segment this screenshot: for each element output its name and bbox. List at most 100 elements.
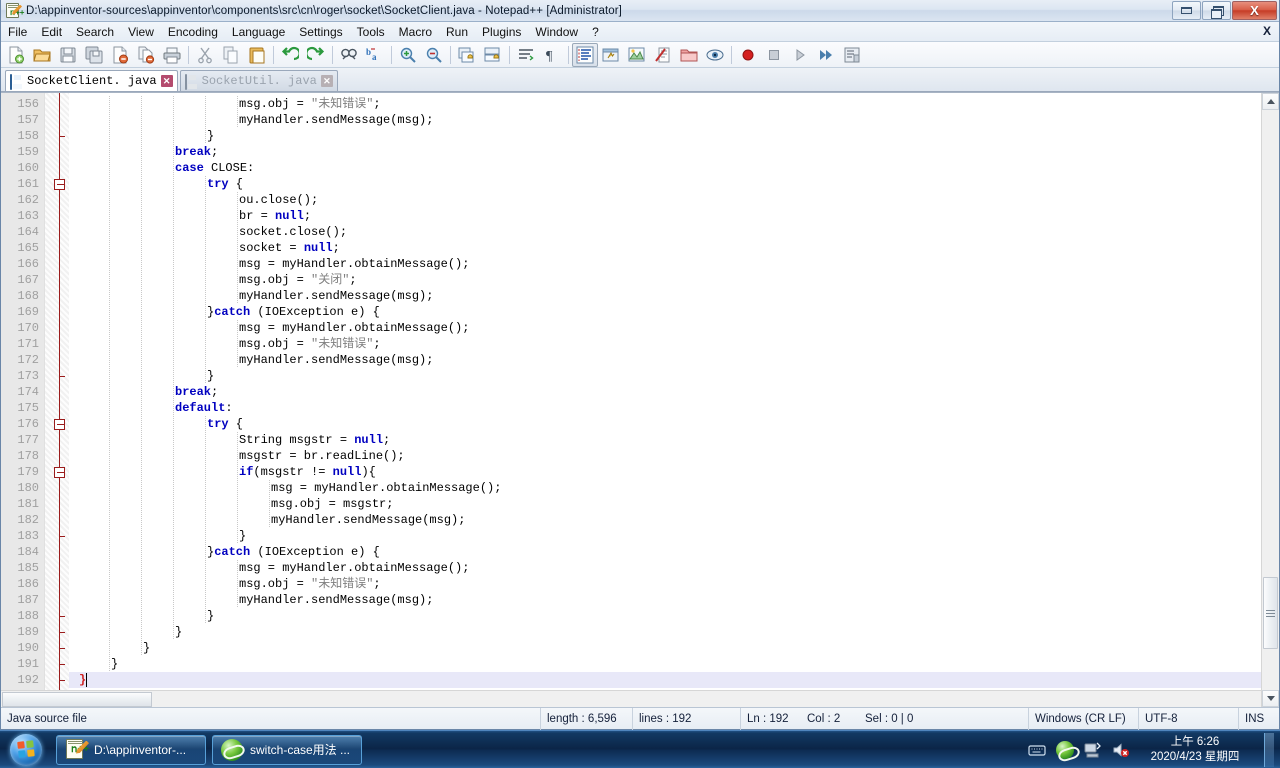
fold-row[interactable] [45, 192, 69, 208]
code-line[interactable]: myHandler.sendMessage(msg); [69, 112, 1261, 128]
fold-collapse-icon[interactable] [54, 467, 65, 478]
sync-horizontal-scroll-icon[interactable] [480, 43, 506, 67]
fold-row[interactable] [45, 288, 69, 304]
keyboard-language-icon[interactable] [1028, 741, 1046, 759]
code-line[interactable]: try { [69, 416, 1261, 432]
tab-close-icon[interactable]: ✕ [160, 75, 173, 87]
code-line[interactable]: default: [69, 400, 1261, 416]
close-file-icon[interactable] [107, 43, 133, 67]
horizontal-scrollbar[interactable] [1, 690, 1261, 707]
show-folder-as-workspace-icon[interactable] [676, 43, 702, 67]
menu-window[interactable]: Window [528, 23, 585, 41]
menu-settings[interactable]: Settings [292, 23, 349, 41]
scroll-up-icon[interactable] [1262, 93, 1279, 110]
fold-row[interactable] [45, 560, 69, 576]
fold-row[interactable] [45, 176, 69, 192]
code-line[interactable]: msg.obj = "未知错误"; [69, 576, 1261, 592]
fold-row[interactable] [45, 624, 69, 640]
code-line[interactable]: myHandler.sendMessage(msg); [69, 512, 1261, 528]
user-defined-dialog-icon[interactable] [598, 43, 624, 67]
fold-row[interactable] [45, 256, 69, 272]
code-line[interactable]: socket = null; [69, 240, 1261, 256]
fold-row[interactable] [45, 352, 69, 368]
menu-edit[interactable]: Edit [34, 23, 69, 41]
fold-row[interactable] [45, 240, 69, 256]
code-line[interactable]: try { [69, 176, 1261, 192]
menu-language[interactable]: Language [225, 23, 292, 41]
fold-row[interactable] [45, 304, 69, 320]
print-icon[interactable] [159, 43, 185, 67]
menu-macro[interactable]: Macro [392, 23, 439, 41]
cut-icon[interactable] [192, 43, 218, 67]
fold-row[interactable] [45, 160, 69, 176]
code-text-area[interactable]: msg.obj = "未知错误"; myHandler.sendMessage(m… [69, 93, 1261, 690]
code-line[interactable]: msg.obj = "未知错误"; [69, 96, 1261, 112]
fold-row[interactable] [45, 464, 69, 480]
find-icon[interactable] [336, 43, 362, 67]
fold-row[interactable] [45, 672, 69, 688]
fold-row[interactable] [45, 112, 69, 128]
fold-row[interactable] [45, 576, 69, 592]
scroll-down-icon[interactable] [1262, 690, 1279, 707]
code-line[interactable]: break; [69, 144, 1261, 160]
fold-row[interactable] [45, 496, 69, 512]
fold-row[interactable] [45, 208, 69, 224]
code-line[interactable]: } [69, 672, 1261, 688]
horizontal-scrollbar-thumb[interactable] [2, 692, 152, 707]
fold-margin[interactable] [45, 93, 69, 690]
code-line[interactable]: }catch (IOException e) { [69, 304, 1261, 320]
redo-icon[interactable] [303, 43, 329, 67]
menu-view[interactable]: View [121, 23, 161, 41]
show-desktop-button[interactable] [1264, 732, 1274, 767]
fold-row[interactable] [45, 592, 69, 608]
code-line[interactable]: msg = myHandler.obtainMessage(); [69, 560, 1261, 576]
fold-row[interactable] [45, 400, 69, 416]
code-line[interactable]: myHandler.sendMessage(msg); [69, 592, 1261, 608]
code-line[interactable]: break; [69, 384, 1261, 400]
open-file-icon[interactable] [29, 43, 55, 67]
new-file-icon[interactable] [3, 43, 29, 67]
replace-icon[interactable]: ba [362, 43, 388, 67]
menu-encoding[interactable]: Encoding [161, 23, 225, 41]
close-document-button[interactable]: X [1263, 24, 1271, 38]
code-line[interactable]: String msgstr = null; [69, 432, 1261, 448]
restore-button[interactable] [1202, 1, 1231, 20]
menu-plugins[interactable]: Plugins [475, 23, 528, 41]
fold-collapse-icon[interactable] [54, 419, 65, 430]
code-line[interactable]: msgstr = br.readLine(); [69, 448, 1261, 464]
code-line[interactable]: } [69, 624, 1261, 640]
zoom-in-icon[interactable] [395, 43, 421, 67]
fold-row[interactable] [45, 608, 69, 624]
copy-icon[interactable] [218, 43, 244, 67]
paste-icon[interactable] [244, 43, 270, 67]
taskbar-item-notepadpp[interactable]: ո++ D:\appinventor-... [56, 734, 206, 765]
code-line[interactable]: case CLOSE: [69, 160, 1261, 176]
close-all-icon[interactable] [133, 43, 159, 67]
code-line[interactable]: msg.obj = "未知错误"; [69, 336, 1261, 352]
code-line[interactable]: } [69, 608, 1261, 624]
network-icon[interactable] [1084, 741, 1102, 759]
run-macro-multiple-icon[interactable] [813, 43, 839, 67]
code-line[interactable]: } [69, 128, 1261, 144]
fold-row[interactable] [45, 640, 69, 656]
fold-row[interactable] [45, 432, 69, 448]
code-line[interactable]: ou.close(); [69, 192, 1261, 208]
code-line[interactable]: } [69, 656, 1261, 672]
menu-run[interactable]: Run [439, 23, 475, 41]
save-all-icon[interactable] [81, 43, 107, 67]
sync-vertical-scroll-icon[interactable] [454, 43, 480, 67]
code-line[interactable]: msg.obj = "关闭"; [69, 272, 1261, 288]
vertical-scrollbar[interactable] [1261, 93, 1279, 707]
code-line[interactable]: socket.close(); [69, 224, 1261, 240]
tab-socketclient-java[interactable]: SocketClient. java ✕ [5, 70, 178, 91]
record-macro-icon[interactable] [735, 43, 761, 67]
play-macro-icon[interactable] [787, 43, 813, 67]
fold-row[interactable] [45, 320, 69, 336]
code-line[interactable]: msg.obj = msgstr; [69, 496, 1261, 512]
document-preview-icon[interactable] [702, 43, 728, 67]
fold-row[interactable] [45, 384, 69, 400]
volume-muted-icon[interactable] [1112, 741, 1130, 759]
fold-row[interactable] [45, 480, 69, 496]
code-line[interactable]: } [69, 640, 1261, 656]
menu-search[interactable]: Search [69, 23, 121, 41]
